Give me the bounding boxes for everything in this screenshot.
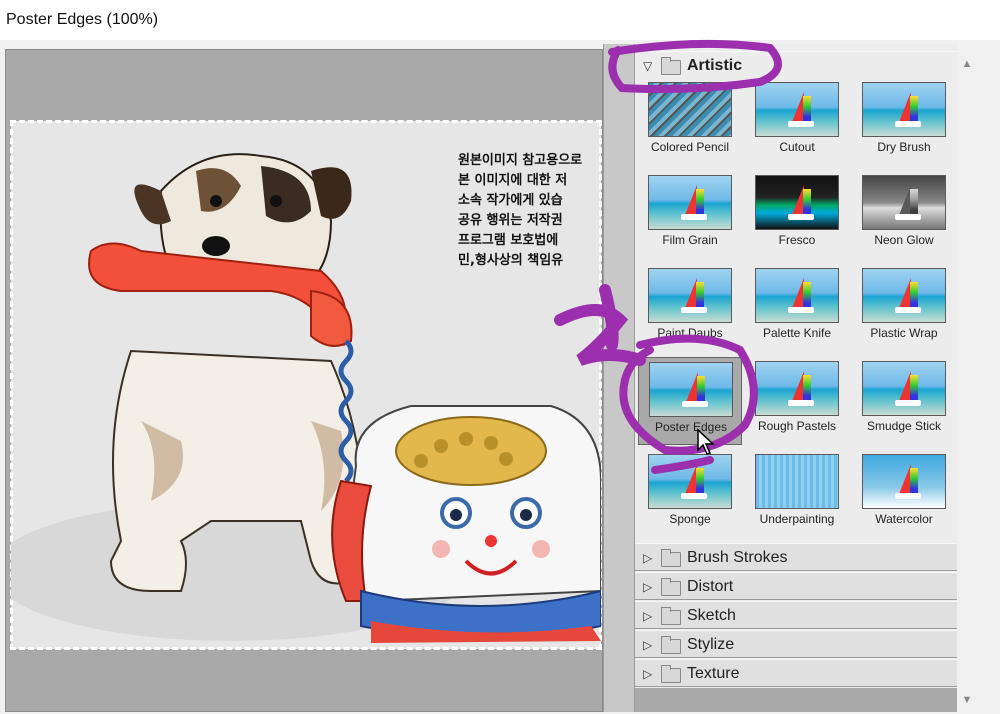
folder-icon xyxy=(661,665,681,683)
collapsed-triangle-icon[interactable]: ▷ xyxy=(643,660,652,688)
filter-label: Poster Edges xyxy=(654,420,728,434)
overlay-text-line: 공유 행위는 저작권 xyxy=(458,213,563,228)
filter-label: Rough Pastels xyxy=(757,419,837,433)
overlay-text-line: 소속 작가에게 있습 xyxy=(458,193,563,208)
preview-image[interactable]: 원본이미지 참고용으로 본 이미지에 대한 저 소속 작가에게 있습 공유 행위… xyxy=(10,120,602,650)
category-sketch[interactable]: ▷ Sketch xyxy=(635,601,963,629)
folder-icon xyxy=(661,549,681,567)
filter-label: Colored Pencil xyxy=(650,140,730,154)
sponge-thumbnail xyxy=(648,454,732,509)
filter-palette-knife[interactable]: Palette Knife xyxy=(745,264,849,352)
filter-label: Watercolor xyxy=(875,512,933,526)
collapsed-triangle-icon[interactable]: ▷ xyxy=(643,544,652,572)
collapsed-triangle-icon[interactable]: ▷ xyxy=(643,631,652,659)
filter-poster-edges[interactable]: Poster Edges xyxy=(638,357,742,445)
filter-label: Paint Daubs xyxy=(657,326,723,340)
fresco-thumbnail xyxy=(755,175,839,230)
smudge-stick-thumbnail xyxy=(862,361,946,416)
overlay-text-line: 민,형사상의 책임유 xyxy=(458,253,564,268)
poster-edges-thumbnail xyxy=(649,362,733,417)
artistic-thumbnails: Colored Pencil Cutout Dry Brush Film Gra… xyxy=(635,78,963,572)
colored-pencil-thumbnail xyxy=(648,82,732,137)
folder-icon xyxy=(661,57,681,75)
filter-colored-pencil[interactable]: Colored Pencil xyxy=(638,78,742,166)
filter-rough-pastels[interactable]: Rough Pastels xyxy=(745,357,849,445)
scroll-up-icon[interactable]: ▲ xyxy=(957,58,977,78)
image-overlay-text: 원본이미지 참고용으로 본 이미지에 대한 저 소속 작가에게 있습 공유 행위… xyxy=(458,151,601,271)
dry-brush-thumbnail xyxy=(862,82,946,137)
category-label: Brush Strokes xyxy=(687,549,788,566)
category-label: Distort xyxy=(687,578,734,595)
filter-label: Fresco xyxy=(778,233,816,247)
filter-watercolor[interactable]: Watercolor xyxy=(852,450,956,538)
category-artistic[interactable]: ▽ Artistic xyxy=(635,51,963,79)
filter-label: Cutout xyxy=(779,140,815,154)
category-distort[interactable]: ▷ Distort xyxy=(635,572,963,600)
filter-label: Dry Brush xyxy=(877,140,931,154)
filter-label: Underpainting xyxy=(759,512,835,526)
scroll-down-icon[interactable]: ▼ xyxy=(957,694,977,714)
overlay-text-line: 본 이미지에 대한 저 xyxy=(458,173,568,188)
filter-sponge[interactable]: Sponge xyxy=(638,450,742,538)
filter-label: Sponge xyxy=(669,512,711,526)
filter-fresco[interactable]: Fresco xyxy=(745,171,849,259)
category-label: Texture xyxy=(687,665,740,682)
filter-neon-glow[interactable]: Neon Glow xyxy=(852,171,956,259)
expanded-triangle-icon[interactable]: ▽ xyxy=(643,52,652,80)
category-label: Stylize xyxy=(687,636,735,653)
filter-plastic-wrap[interactable]: Plastic Wrap xyxy=(852,264,956,352)
filter-film-grain[interactable]: Film Grain xyxy=(638,171,742,259)
category-texture[interactable]: ▷ Texture xyxy=(635,659,963,687)
gallery-scrollbar[interactable]: ▲ ▼ xyxy=(957,44,1000,712)
preview-panel[interactable]: 원본이미지 참고용으로 본 이미지에 대한 저 소속 작가에게 있습 공유 행위… xyxy=(5,49,603,712)
filter-label: Neon Glow xyxy=(874,233,934,247)
filter-underpainting[interactable]: Underpainting xyxy=(745,450,849,538)
rough-pastels-thumbnail xyxy=(755,361,839,416)
collapsed-triangle-icon[interactable]: ▷ xyxy=(643,602,652,630)
palette-knife-thumbnail xyxy=(755,268,839,323)
filter-label: Film Grain xyxy=(662,233,718,247)
paint-daubs-thumbnail xyxy=(648,268,732,323)
folder-icon xyxy=(661,578,681,596)
watercolor-thumbnail xyxy=(862,454,946,509)
filter-gallery-panel: ▽ Artistic Colored Pencil Cutout Dry Bru… xyxy=(603,44,975,712)
category-label: Sketch xyxy=(687,607,736,624)
overlay-text-line: 프로그램 보호법에 xyxy=(458,233,559,248)
filter-gallery-list[interactable]: ▽ Artistic Colored Pencil Cutout Dry Bru… xyxy=(634,44,964,712)
filter-label: Plastic Wrap xyxy=(870,326,938,340)
filter-smudge-stick[interactable]: Smudge Stick xyxy=(852,357,956,445)
folder-icon xyxy=(661,607,681,625)
overlay-text-line: 원본이미지 참고용으로 xyxy=(458,153,583,168)
gallery-footer xyxy=(635,688,963,712)
category-stylize[interactable]: ▷ Stylize xyxy=(635,630,963,658)
folder-icon xyxy=(661,636,681,654)
filter-dry-brush[interactable]: Dry Brush xyxy=(852,78,956,166)
filter-cutout[interactable]: Cutout xyxy=(745,78,849,166)
underpainting-thumbnail xyxy=(755,454,839,509)
film-grain-thumbnail xyxy=(648,175,732,230)
category-brush-strokes[interactable]: ▷ Brush Strokes xyxy=(635,543,963,571)
filter-paint-daubs[interactable]: Paint Daubs xyxy=(638,264,742,352)
window-title: Poster Edges (100%) xyxy=(0,0,1000,40)
filter-label: Smudge Stick xyxy=(866,419,942,433)
plastic-wrap-thumbnail xyxy=(862,268,946,323)
filter-label: Palette Knife xyxy=(762,326,832,340)
collapsed-triangle-icon[interactable]: ▷ xyxy=(643,573,652,601)
category-label: Artistic xyxy=(687,57,743,74)
cutout-thumbnail xyxy=(755,82,839,137)
neon-glow-thumbnail xyxy=(862,175,946,230)
